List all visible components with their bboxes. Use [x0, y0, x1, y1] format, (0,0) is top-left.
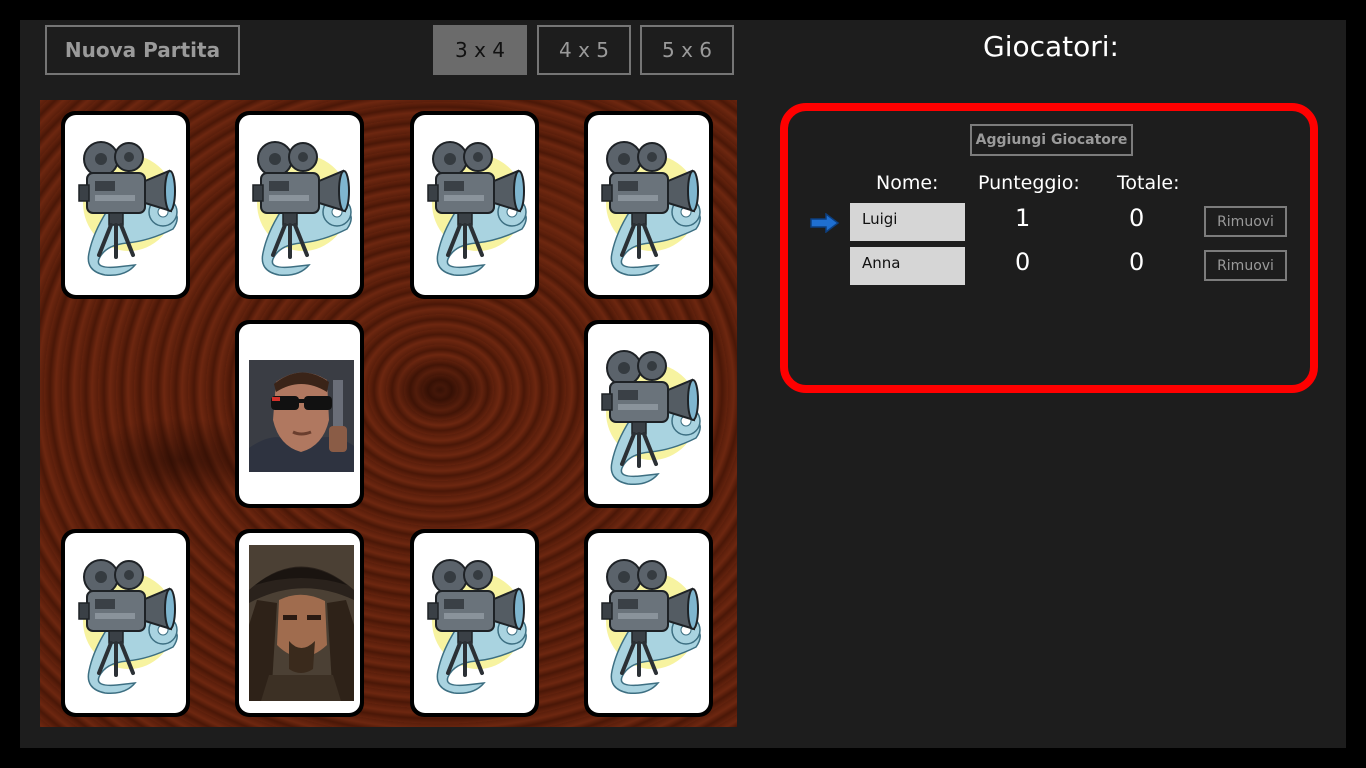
grid-size-4x5-button[interactable]: 4 x 5	[537, 25, 631, 75]
card-8[interactable]	[584, 320, 713, 508]
add-player-button[interactable]: Aggiungi Giocatore	[970, 124, 1133, 156]
remove-player-button[interactable]: Rimuovi	[1204, 206, 1287, 237]
player-name-field[interactable]: Luigi	[850, 203, 965, 241]
card-4[interactable]	[584, 111, 713, 299]
player-score: 0	[1015, 248, 1031, 276]
grid-size-3x4-button[interactable]: 3 x 4	[433, 25, 527, 75]
player-score: 1	[1015, 204, 1031, 232]
remove-player-button[interactable]: Rimuovi	[1204, 250, 1287, 281]
player-name-field[interactable]: Anna	[850, 247, 965, 285]
current-player-arrow-icon	[810, 213, 840, 233]
movie-camera-icon	[414, 533, 535, 713]
card-6[interactable]	[235, 320, 364, 508]
terminator-photo	[249, 360, 354, 476]
player-total: 0	[1129, 248, 1145, 276]
card-1[interactable]	[61, 111, 190, 299]
column-header-total: Totale:	[1117, 172, 1180, 194]
player-total: 0	[1129, 204, 1145, 232]
movie-camera-icon	[65, 533, 186, 713]
movie-camera-icon	[65, 115, 186, 295]
card-11[interactable]	[410, 529, 539, 717]
card-3[interactable]	[410, 111, 539, 299]
players-title: Giocatori:	[983, 30, 1119, 63]
new-game-button[interactable]: Nuova Partita	[45, 25, 240, 75]
movie-camera-icon	[239, 115, 360, 295]
column-header-name: Nome:	[876, 172, 939, 194]
game-window: Nuova Partita 3 x 4 4 x 5 5 x 6 Giocator…	[20, 20, 1346, 748]
card-10[interactable]	[235, 529, 364, 717]
jack-sparrow-photo	[249, 545, 354, 701]
card-2[interactable]	[235, 111, 364, 299]
card-9[interactable]	[61, 529, 190, 717]
movie-camera-icon	[588, 533, 709, 713]
card-12[interactable]	[584, 529, 713, 717]
game-board	[40, 100, 737, 727]
column-header-score: Punteggio:	[978, 172, 1080, 194]
movie-camera-icon	[414, 115, 535, 295]
movie-camera-icon	[588, 324, 709, 504]
grid-size-5x6-button[interactable]: 5 x 6	[640, 25, 734, 75]
movie-camera-icon	[588, 115, 709, 295]
